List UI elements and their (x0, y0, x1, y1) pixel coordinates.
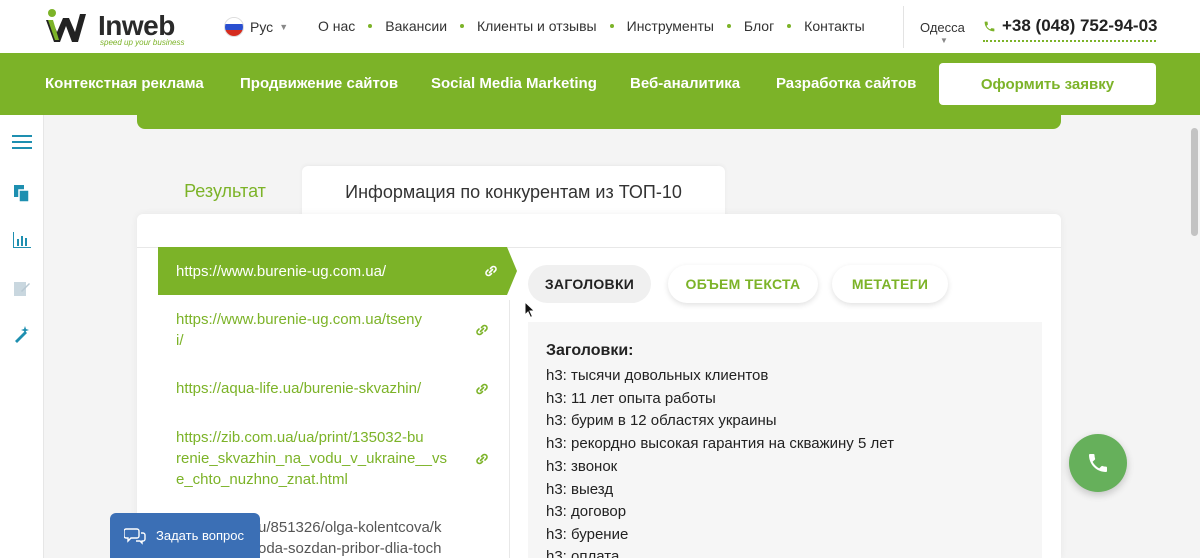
heading-line: h3: тысячи довольных клиентов (546, 367, 769, 384)
competitor-url: https://www.burenie-ug.com.ua/ (176, 263, 387, 280)
copy-icon[interactable] (11, 183, 33, 205)
language-selector[interactable]: Рус ▼ (224, 17, 288, 37)
service-seo[interactable]: Продвижение сайтов (240, 75, 398, 92)
edit-document-icon[interactable] (11, 277, 33, 299)
competitor-url: https://www.burenie-ug.com.ua/tseny i/ (176, 311, 422, 349)
link-icon[interactable] (474, 381, 490, 397)
banner-bottom-edge (137, 115, 1061, 129)
chevron-down-icon: ▼ (279, 22, 289, 32)
russia-flag-icon (224, 17, 244, 37)
mouse-cursor-icon (524, 301, 536, 319)
heading-line: h3: звонок (546, 458, 618, 475)
competitor-url-item[interactable]: https://www.burenie-ug.com.ua/tseny i/ (158, 309, 498, 353)
menu-icon[interactable] (11, 131, 33, 153)
heading-line: h3: 11 лет опыта работы (546, 390, 716, 407)
language-label: Рус (250, 19, 274, 35)
heading-line: h3: бурим в 12 областях украины (546, 412, 777, 429)
nav-dot (460, 24, 465, 28)
pill-headings[interactable]: ЗАГОЛОВКИ (528, 265, 651, 303)
nav-blog[interactable]: Блог (744, 18, 774, 34)
services-nav: Контекстная реклама Продвижение сайтов S… (0, 53, 1200, 115)
headings-title: Заголовки: (546, 342, 634, 359)
link-icon[interactable] (483, 263, 499, 279)
heading-line: h3: оплата (546, 548, 620, 558)
nav-dot (726, 24, 731, 28)
order-request-button[interactable]: Оформить заявку (939, 63, 1156, 105)
service-analytics[interactable]: Веб-аналитика (630, 75, 740, 92)
competitor-url-item[interactable]: https://aqua-life.ua/burenie-skvazhin/ (158, 378, 498, 400)
active-arrow (507, 247, 517, 295)
nav-vacancies[interactable]: Вакансии (385, 18, 447, 34)
city-selector[interactable]: Одесса (920, 20, 965, 35)
nav-contacts[interactable]: Контакты (804, 18, 864, 34)
nav-dot (787, 24, 792, 28)
competitor-url-item-active[interactable]: https://www.burenie-ug.com.ua/ (158, 247, 517, 295)
service-web-dev[interactable]: Разработка сайтов (776, 75, 916, 92)
phone-icon (1089, 454, 1107, 472)
logo-tagline: speed up your business (100, 38, 185, 47)
chevron-down-icon: ▼ (940, 36, 948, 45)
heading-line: h3: договор (546, 503, 627, 520)
heading-line: h3: рекордно высокая гарантия на скважин… (546, 435, 894, 452)
phone-icon (984, 21, 995, 31)
pill-text-volume[interactable]: ОБЪЕМ ТЕКСТА (668, 265, 818, 303)
logo[interactable]: Inweb speed up your business (44, 8, 204, 47)
tab-result[interactable]: Результат (150, 167, 300, 215)
nav-tools[interactable]: Инструменты (627, 18, 714, 34)
ask-question-button[interactable]: Задать вопрос (110, 513, 260, 558)
heading-line: h3: выезд (546, 481, 614, 498)
top-nav: О нас Вакансии Клиенты и отзывы Инструме… (318, 18, 865, 34)
call-button[interactable] (1069, 434, 1127, 492)
phone-underline (983, 40, 1156, 42)
link-icon[interactable] (474, 451, 490, 467)
competitor-url: u/851326/olga-kolentcova/k oda-sozdan-pr… (258, 519, 442, 557)
link-icon[interactable] (474, 322, 490, 338)
nav-dot (609, 24, 614, 28)
phone-number: +38 (048) 752-94-03 (1002, 16, 1158, 35)
chart-icon[interactable] (11, 229, 33, 251)
top-header: Inweb speed up your business Рус ▼ О нас… (0, 0, 1200, 53)
competitor-url: https://zib.com.ua/ua/print/135032-bu re… (176, 429, 448, 488)
panel-divider (509, 300, 510, 558)
ask-question-label: Задать вопрос (156, 528, 244, 543)
header-divider (903, 6, 904, 48)
pill-metatags[interactable]: МЕТАТЕГИ (832, 265, 948, 303)
logo-mark-icon (46, 9, 86, 42)
page-scrollbar[interactable] (1191, 128, 1198, 236)
tab-competitors-top10[interactable]: Информация по конкурентам из ТОП-10 (302, 166, 725, 218)
competitor-url: https://aqua-life.ua/burenie-skvazhin/ (176, 380, 422, 397)
service-smm[interactable]: Social Media Marketing (431, 75, 597, 92)
nav-dot (368, 24, 373, 28)
heading-line: h3: бурение (546, 526, 629, 543)
competitor-url-item[interactable]: https://zib.com.ua/ua/print/135032-bu re… (158, 427, 498, 493)
nav-clients[interactable]: Клиенты и отзывы (477, 18, 597, 34)
nav-about[interactable]: О нас (318, 18, 355, 34)
left-tool-sidebar (0, 115, 44, 558)
phone-link[interactable]: +38 (048) 752-94-03 (983, 16, 1157, 36)
magic-wand-icon[interactable] (11, 323, 33, 345)
chat-icon (124, 527, 146, 545)
service-context-ads[interactable]: Контекстная реклама (45, 75, 204, 92)
